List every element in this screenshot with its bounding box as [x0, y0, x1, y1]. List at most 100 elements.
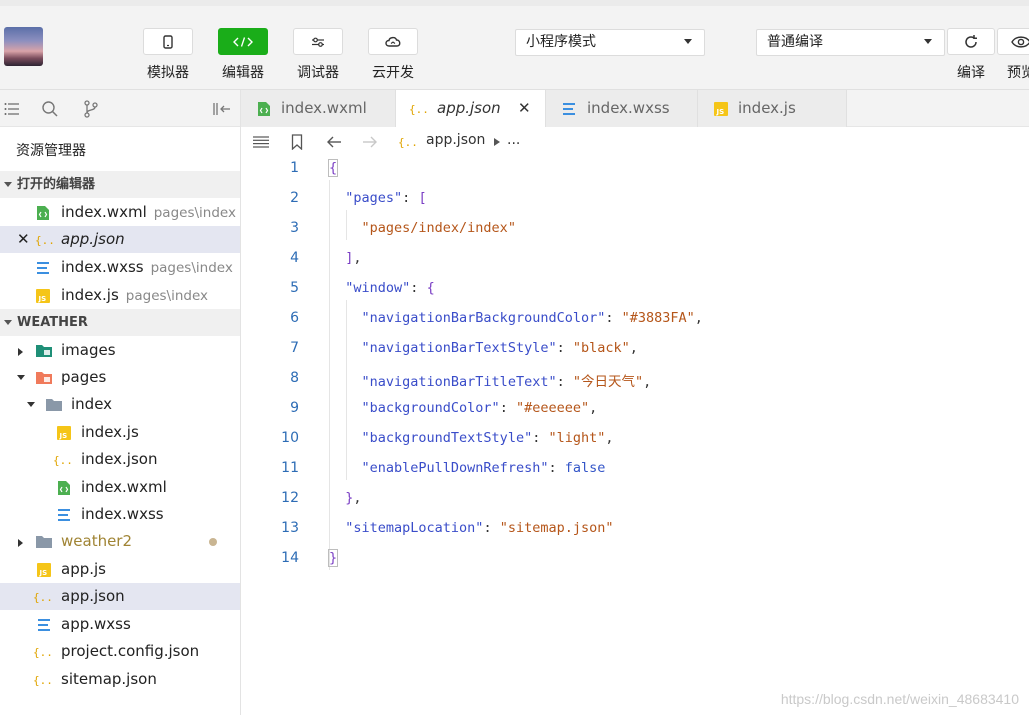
project-name: WEATHER: [17, 315, 88, 330]
line-number: 11: [281, 460, 299, 476]
js-icon: JS: [56, 425, 72, 441]
tab-index-wxss[interactable]: index.wxss: [546, 90, 698, 127]
svg-text:{..}: {..}: [409, 103, 429, 116]
tree-item-label: sitemap.json: [61, 670, 157, 688]
line-number: 12: [281, 490, 299, 506]
line-number: 10: [281, 430, 299, 446]
breadcrumb-file[interactable]: app.json: [426, 132, 485, 148]
close-icon[interactable]: ✕: [17, 226, 30, 253]
tree-item-weather2[interactable]: weather2: [0, 528, 240, 555]
code-line: "backgroundColor": "#eeeeee",: [361, 400, 598, 416]
tree-item-app-wxss[interactable]: app.wxss: [0, 611, 240, 638]
open-editors-header[interactable]: 打开的编辑器: [0, 171, 240, 198]
open-editor-item[interactable]: index.wxss pages\index: [0, 254, 240, 281]
line-number: 2: [290, 190, 299, 206]
compile-mode-select[interactable]: 普通编译: [756, 29, 945, 56]
open-editor-item[interactable]: JS index.js pages\index: [0, 282, 240, 309]
breadcrumb-more[interactable]: ...: [507, 132, 520, 148]
open-editor-item[interactable]: ✕ {..} app.json: [0, 226, 240, 253]
project-header[interactable]: WEATHER: [0, 309, 240, 336]
wxss-icon: [561, 101, 577, 117]
cloud-button[interactable]: 云开发: [367, 28, 419, 82]
tab-label: app.json: [437, 99, 501, 117]
preview-button[interactable]: 预览: [996, 28, 1029, 82]
json-icon: {..}: [409, 101, 429, 117]
svg-text:{..}: {..}: [33, 646, 53, 659]
code-line: }: [327, 549, 339, 567]
preview-label: 预览: [1007, 65, 1029, 81]
code-line: ],: [345, 250, 362, 266]
tab-index-wxml[interactable]: index.wxml: [241, 90, 396, 127]
tree-item-index-json[interactable]: {..} index.json: [0, 446, 240, 473]
code-editor[interactable]: 1 {2 "pages": [3 "pages/index/index" 4 ], 5…: [241, 157, 1029, 715]
js-icon: JS: [35, 288, 51, 304]
avatar[interactable]: [4, 27, 43, 66]
tree-item-index-wxss[interactable]: index.wxss: [0, 501, 240, 528]
code-line: "backgroundTextStyle": "light",: [361, 430, 614, 446]
tree-item-index-folder[interactable]: index: [0, 391, 240, 418]
open-editors-label: 打开的编辑器: [17, 177, 96, 192]
open-editor-name: index.js: [61, 286, 119, 304]
svg-text:{..}: {..}: [53, 454, 73, 467]
svg-text:JS: JS: [716, 108, 725, 116]
js-icon: JS: [713, 101, 729, 117]
arrow-right-icon[interactable]: [361, 133, 379, 151]
tree-item-project-config[interactable]: {..} project.config.json: [0, 638, 240, 665]
tree-item-label: index: [71, 395, 113, 413]
tree-item-label: project.config.json: [61, 642, 200, 660]
caret-down-icon: [684, 39, 692, 44]
tree-item-images[interactable]: images: [0, 337, 240, 364]
open-editor-path: pages\index: [153, 205, 236, 221]
code-line: "navigationBarBackgroundColor": "#3883FA…: [361, 310, 703, 326]
cloud-label: 云开发: [372, 65, 414, 81]
json-icon: {..}: [53, 452, 73, 468]
tree-item-index-js[interactable]: JS index.js: [0, 419, 240, 446]
tree-item-index-wxml[interactable]: index.wxml: [0, 474, 240, 501]
chevron-down-icon: [4, 320, 12, 325]
svg-text:{..}: {..}: [35, 234, 55, 247]
open-editor-item[interactable]: index.wxml pages\index: [0, 199, 240, 226]
tree-item-app-js[interactable]: JS app.js: [0, 556, 240, 583]
list-icon[interactable]: [2, 99, 22, 119]
code-line: "pages": [: [345, 190, 427, 206]
code-line: {: [327, 159, 339, 177]
tree-item-label: pages: [61, 368, 107, 386]
svg-text:{..}: {..}: [398, 136, 418, 149]
eye-icon: [997, 28, 1029, 55]
collapse-panel-icon[interactable]: [211, 99, 231, 119]
tab-index-js[interactable]: JS index.js: [698, 90, 847, 127]
cloud-icon: [368, 28, 418, 55]
simulator-button[interactable]: 模拟器: [142, 28, 194, 82]
source-control-icon[interactable]: [81, 99, 101, 119]
tab-app-json[interactable]: {..} app.json ✕: [396, 90, 546, 127]
tree-item-sitemap[interactable]: {..} sitemap.json: [0, 666, 240, 693]
debugger-button[interactable]: 调试器: [292, 28, 344, 82]
line-number: 8: [290, 370, 299, 386]
code-line: "navigationBarTextStyle": "black",: [361, 340, 638, 356]
compile-button[interactable]: 编译: [946, 28, 996, 82]
close-icon[interactable]: ✕: [518, 90, 531, 127]
line-number: 13: [281, 520, 299, 536]
wxss-icon: [36, 617, 52, 633]
arrow-left-icon[interactable]: [325, 133, 343, 151]
wxss-icon: [35, 260, 51, 276]
tree-item-label: app.js: [61, 560, 106, 578]
chevron-down-icon: [17, 375, 25, 380]
caret-down-icon: [924, 39, 932, 44]
outline-list-icon[interactable]: [251, 133, 271, 151]
tree-item-label: app.json: [61, 587, 125, 605]
mode-select[interactable]: 小程序模式: [515, 29, 705, 56]
tree-item-pages[interactable]: pages: [0, 364, 240, 391]
json-icon: {..}: [33, 644, 53, 660]
tree-item-app-json[interactable]: {..} app.json: [0, 583, 240, 610]
editor-button[interactable]: 编辑器: [217, 28, 269, 82]
open-editor-name: index.wxml: [61, 203, 147, 221]
code-line: "pages/index/index": [361, 220, 516, 236]
search-icon[interactable]: [40, 99, 60, 119]
bookmark-icon[interactable]: [289, 133, 305, 151]
wxml-icon: [56, 480, 72, 496]
title-strip: [0, 0, 1029, 6]
explorer-sidebar: 资源管理器 打开的编辑器 index.wxml pages\index ✕ {..…: [0, 90, 241, 715]
pages-folder-icon: [35, 370, 53, 386]
json-icon: {..}: [33, 672, 53, 688]
